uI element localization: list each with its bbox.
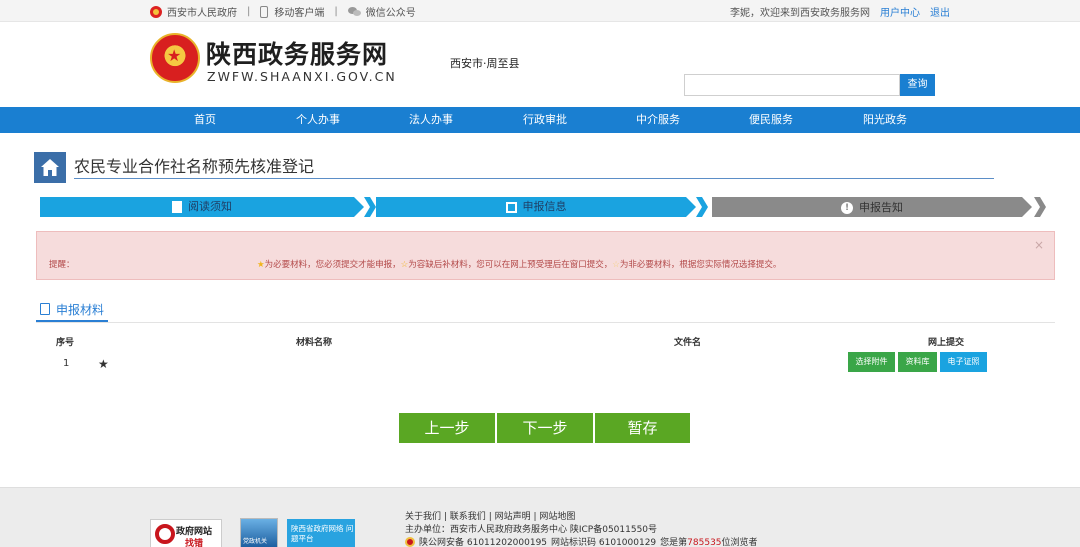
required-star-icon: ★ [98,357,109,371]
site-logo-domain: ZWFW.SHAANXI.GOV.CN [207,69,397,84]
gov-site-report-badge[interactable]: 政府网站 找错 [150,519,222,547]
step-separator [1034,197,1046,217]
footer-registration: 陕公网安备 61011202000195 网站标识码 6101000129 您是… [405,535,758,547]
required-star-icon: ★ [257,260,265,270]
alert-part-optional: 为非必要材料，根据您实际情况选择提交。 [619,260,782,270]
step-label: 阅读须知 [188,200,232,213]
badge-circle-icon [155,524,175,544]
nav-item-personal[interactable]: 个人办事 [278,107,358,133]
step-declare-info: 申报信息 [376,197,696,217]
col-file-name: 文件名 [674,338,702,348]
mobile-client-link[interactable]: 移动客户端 [274,4,324,19]
step-separator [696,197,708,217]
visitor-prefix: 您是第 [660,538,688,547]
header: 陕西政务服务网 ZWFW.SHAANXI.GOV.CN 西安市·周至县 查询 [0,23,1080,107]
step-separator [364,197,376,217]
next-step-button[interactable]: 下一步 [497,413,593,443]
badge2-text: 党政机关 [243,538,268,545]
top-bar-left: 西安市人民政府 | 移动客户端 | 微信公众号 [150,4,416,19]
home-icon [34,152,66,183]
material-library-button[interactable]: 资料库 [898,352,937,372]
col-online-submit: 网上提交 [928,338,965,348]
visitor-count: 785535 [687,538,722,547]
document-icon [172,201,182,213]
e-certificate-button[interactable]: 电子证照 [940,352,987,372]
close-icon[interactable]: × [1034,238,1044,252]
visitor-suffix: 位浏览者 [721,538,758,547]
gov-link[interactable]: 西安市人民政府 [167,4,237,19]
divider: | [334,6,338,17]
alert-message: ★为必要材料，您必须提交才能申报， ☆为容缺后补材料，您可以在网上预受理后在窗口提… [257,258,781,270]
col-material-name: 材料名称 [296,338,333,348]
form-icon [505,201,517,213]
province-platform-badge[interactable]: 陕西省政府网络 问题平台 [287,519,355,547]
footer-links: 关于我们 | 联系我们 | 网站声明 | 网站地图 [405,509,575,522]
site-logo-title[interactable]: 陕西政务服务网 [206,35,388,71]
nav-item-convenience[interactable]: 便民服务 [731,107,811,133]
nav-item-home[interactable]: 首页 [165,107,245,133]
badge3-text: 陕西省政府网络 问题平台 [291,524,354,543]
region-selector[interactable]: 西安市·周至县 [450,55,520,71]
alert-label: 提醒： [49,260,75,270]
search-input[interactable] [684,74,900,96]
top-bar-right: 李妮，欢迎来到西安政务服务网 用户中心 退出 [730,4,950,19]
logout-link[interactable]: 退出 [930,4,950,19]
footer-link-contact[interactable]: 联系我们 [450,512,486,522]
step-label: 申报信息 [522,200,567,213]
emblem-icon [150,5,162,18]
divider: | [247,6,251,17]
exclamation-icon: ! [841,202,853,214]
national-emblem-logo[interactable] [150,33,200,83]
step-read-notice: 阅读须知 [40,197,364,217]
alert-part-deferred: 为容缺后补材料，您可以在网上预受理后在窗口提交， [408,260,613,270]
nav-item-approval[interactable]: 行政审批 [505,107,585,133]
tab-materials[interactable]: 申报材料 [36,298,109,322]
footer-sponsor: 主办单位：西安市人民政府政务服务中心 陕ICP备05011550号 [405,525,658,535]
police-record: 陕公网安备 61011202000195 [419,538,548,547]
user-center-link[interactable]: 用户中心 [880,4,920,19]
police-badge-icon [405,536,415,547]
footer-link-sitemap[interactable]: 网站地图 [539,512,575,522]
save-draft-button[interactable]: 暂存 [595,413,690,443]
search-button[interactable]: 查询 [900,74,935,96]
wechat-link[interactable]: 微信公众号 [366,4,416,19]
step-label: 申报告知 [859,201,903,214]
step-declare-notice: ! 申报告知 [712,197,1032,217]
tab-divider [36,322,1055,323]
wechat-icon [347,6,361,17]
tab-label: 申报材料 [56,302,105,317]
nav-item-corporate[interactable]: 法人办事 [391,107,471,133]
main-nav: 首页 个人办事 法人办事 行政审批 中介服务 便民服务 阳光政务 [0,107,1080,133]
nav-item-intermediary[interactable]: 中介服务 [618,107,698,133]
optional-star-icon: ☆ [612,260,620,270]
select-attachment-button[interactable]: 选择附件 [848,352,895,372]
col-index: 序号 [56,338,75,348]
badge1-line2: 找错 [185,539,204,547]
footer: 政府网站 找错 党政机关 陕西省政府网络 问题平台 关于我们 | 联系我们 | … [0,487,1080,547]
phone-icon [260,5,269,18]
footer-link-statement[interactable]: 网站声明 [495,512,531,522]
top-bar: 西安市人民政府 | 移动客户端 | 微信公众号 李妮，欢迎来到西安政务服务网 用… [0,0,1080,22]
reminder-alert: 提醒： ★为必要材料，您必须提交才能申报， ☆为容缺后补材料，您可以在网上预受理后… [36,231,1055,280]
nav-item-transparency[interactable]: 阳光政务 [845,107,925,133]
party-gov-org-badge[interactable]: 党政机关 [240,518,278,547]
prev-step-button[interactable]: 上一步 [399,413,495,443]
site-code: 网站标识码 6101000129 [551,538,657,547]
document-icon [40,303,50,315]
footer-link-about[interactable]: 关于我们 [405,512,441,522]
alert-part-required: 为必要材料，您必须提交才能申报， [264,260,401,270]
page-title: 农民专业合作社名称预先核准登记 [74,157,315,176]
progress-steps: 阅读须知 申报信息 ! 申报告知 [40,197,1050,217]
welcome-text: 李妮，欢迎来到西安政务服务网 [730,8,870,19]
row-index: 1 [63,358,70,369]
title-underline [74,178,994,179]
